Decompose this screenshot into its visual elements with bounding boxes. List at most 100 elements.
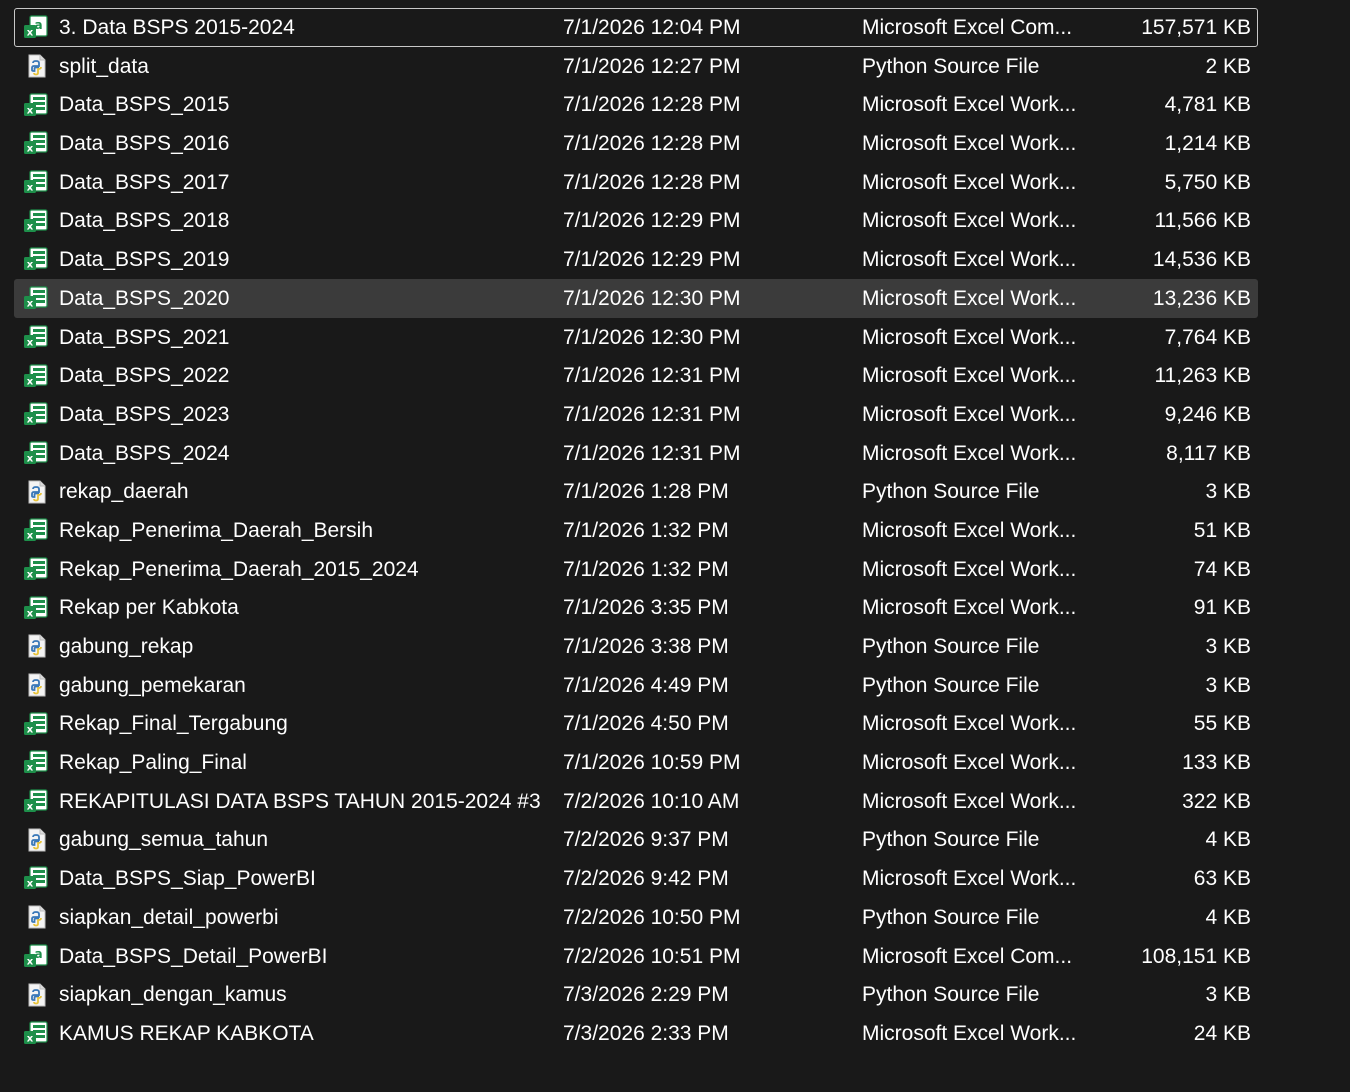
excel-csv-icon: ax (21, 9, 51, 46)
excel-workbook-icon: x (21, 125, 51, 162)
svg-text:x: x (27, 221, 34, 232)
file-row[interactable]: x REKAPITULASI DATA BSPS TAHUN 2015-2024… (14, 782, 1258, 821)
file-row[interactable]: x Rekap per Kabkota 7/1/2026 3:35 PM Mic… (14, 588, 1258, 627)
file-row[interactable]: x Rekap_Penerima_Daerah_2015_2024 7/1/20… (14, 550, 1258, 589)
file-size: 63 KB (1193, 867, 1251, 891)
file-row[interactable]: ax Data_BSPS_Detail_PowerBI 7/2/2026 10:… (14, 937, 1258, 976)
excel-workbook-icon: x (21, 705, 51, 742)
python-file-icon (21, 628, 51, 665)
file-row[interactable]: gabung_rekap 7/1/2026 3:38 PM Python Sou… (14, 627, 1258, 666)
file-row[interactable]: x Data_BSPS_2017 7/1/2026 12:28 PM Micro… (14, 163, 1258, 202)
file-date-modified: 7/1/2026 12:28 PM (563, 170, 741, 194)
file-type: Python Source File (862, 480, 1040, 504)
svg-text:x: x (27, 879, 34, 890)
file-type: Python Source File (862, 673, 1040, 697)
file-size: 108,151 KB (1141, 944, 1251, 968)
file-name: Rekap per Kabkota (59, 596, 239, 620)
file-date-modified: 7/1/2026 12:27 PM (563, 54, 741, 78)
excel-workbook-icon: x (21, 357, 51, 394)
file-date-modified: 7/3/2026 2:33 PM (563, 1021, 729, 1045)
file-date-modified: 7/1/2026 3:38 PM (563, 635, 729, 658)
file-row[interactable]: x Data_BSPS_2019 7/1/2026 12:29 PM Micro… (14, 240, 1258, 279)
file-row[interactable]: siapkan_detail_powerbi 7/2/2026 10:50 PM… (14, 898, 1258, 937)
file-row[interactable]: x Data_BSPS_Siap_PowerBI 7/2/2026 9:42 P… (14, 859, 1258, 898)
file-date-modified: 7/2/2026 10:51 PM (563, 944, 741, 968)
file-name: Rekap_Final_Tergabung (59, 712, 288, 736)
file-date-modified: 7/1/2026 4:50 PM (563, 712, 729, 736)
file-row[interactable]: gabung_semua_tahun 7/2/2026 9:37 PM Pyth… (14, 820, 1258, 859)
svg-text:x: x (27, 299, 34, 310)
file-size: 8,117 KB (1166, 441, 1251, 465)
file-row[interactable]: gabung_pemekaran 7/1/2026 4:49 PM Python… (14, 666, 1258, 705)
file-row[interactable]: siapkan_dengan_kamus 7/3/2026 2:29 PM Py… (14, 975, 1258, 1014)
excel-workbook-icon: x (21, 319, 51, 356)
file-name: siapkan_dengan_kamus (59, 983, 287, 1007)
file-size: 4 KB (1205, 905, 1251, 929)
excel-workbook-icon: x (21, 280, 51, 317)
excel-workbook-icon: x (21, 202, 51, 239)
file-row[interactable]: x Data_BSPS_2018 7/1/2026 12:29 PM Micro… (14, 201, 1258, 240)
file-row[interactable]: x Rekap_Paling_Final 7/1/2026 10:59 PM M… (14, 743, 1258, 782)
file-type: Microsoft Excel Work... (862, 209, 1077, 233)
file-row[interactable]: rekap_daerah 7/1/2026 1:28 PM Python Sou… (14, 472, 1258, 511)
file-date-modified: 7/2/2026 10:10 AM (563, 789, 740, 813)
file-type: Python Source File (862, 635, 1040, 658)
file-type: Microsoft Excel Com... (862, 16, 1073, 39)
python-file-icon (21, 473, 51, 510)
file-type: Microsoft Excel Work... (862, 867, 1077, 891)
excel-workbook-icon: x (21, 164, 51, 201)
file-size: 51 KB (1193, 518, 1251, 542)
file-size: 322 KB (1182, 789, 1251, 813)
svg-text:x: x (27, 569, 34, 580)
file-row[interactable]: x Data_BSPS_2016 7/1/2026 12:28 PM Micro… (14, 124, 1258, 163)
svg-text:x: x (27, 144, 34, 155)
file-date-modified: 7/1/2026 4:49 PM (563, 673, 729, 697)
file-name: Rekap_Penerima_Daerah_2015_2024 (59, 557, 419, 581)
file-row[interactable]: x Data_BSPS_2024 7/1/2026 12:31 PM Micro… (14, 434, 1258, 473)
file-size: 11,566 KB (1154, 209, 1251, 233)
file-row[interactable]: x Data_BSPS_2015 7/1/2026 12:28 PM Micro… (14, 85, 1258, 124)
file-type: Microsoft Excel Com... (862, 944, 1073, 968)
file-row[interactable]: x Data_BSPS_2023 7/1/2026 12:31 PM Micro… (14, 395, 1258, 434)
file-date-modified: 7/1/2026 12:29 PM (563, 209, 741, 233)
file-row[interactable]: x KAMUS REKAP KABKOTA 7/3/2026 2:33 PM M… (14, 1014, 1258, 1053)
file-date-modified: 7/1/2026 1:32 PM (563, 557, 729, 581)
file-size: 11,263 KB (1154, 364, 1251, 388)
file-date-modified: 7/1/2026 12:28 PM (563, 132, 741, 156)
excel-workbook-icon: x (21, 241, 51, 278)
file-date-modified: 7/1/2026 12:31 PM (563, 364, 741, 388)
svg-text:x: x (27, 802, 34, 813)
svg-text:x: x (27, 415, 34, 426)
file-name: Data_BSPS_Detail_PowerBI (59, 944, 328, 968)
file-name: gabung_pemekaran (59, 673, 246, 697)
file-row[interactable]: split_data 7/1/2026 12:27 PM Python Sour… (14, 47, 1258, 86)
file-name: Data_BSPS_2017 (59, 170, 230, 194)
file-name: Data_BSPS_2015 (59, 93, 230, 117)
svg-text:x: x (27, 724, 34, 735)
file-row[interactable]: x Data_BSPS_2020 7/1/2026 12:30 PM Micro… (14, 278, 1258, 318)
file-row[interactable]: x Data_BSPS_2022 7/1/2026 12:31 PM Micro… (14, 356, 1258, 395)
file-type: Microsoft Excel Work... (862, 1021, 1077, 1045)
file-name: Data_BSPS_2024 (59, 441, 230, 465)
file-row[interactable]: ax 3. Data BSPS 2015-2024 7/1/2026 12:04… (14, 8, 1258, 47)
python-file-icon (21, 48, 51, 85)
file-type: Microsoft Excel Work... (862, 441, 1077, 465)
file-type: Microsoft Excel Work... (862, 286, 1077, 310)
file-row[interactable]: x Rekap_Final_Tergabung 7/1/2026 4:50 PM… (14, 704, 1258, 743)
file-row[interactable]: x Data_BSPS_2021 7/1/2026 12:30 PM Micro… (14, 318, 1258, 357)
file-name: Data_BSPS_2021 (59, 325, 230, 349)
file-size: 4,781 KB (1164, 93, 1251, 117)
file-list: ax 3. Data BSPS 2015-2024 7/1/2026 12:04… (14, 8, 1258, 1053)
excel-workbook-icon: x (21, 512, 51, 549)
python-file-icon (21, 976, 51, 1013)
excel-workbook-icon: x (21, 396, 51, 433)
file-size: 2 KB (1205, 54, 1251, 78)
excel-workbook-icon: x (21, 86, 51, 123)
file-size: 13,236 KB (1152, 286, 1251, 310)
file-row[interactable]: x Rekap_Penerima_Daerah_Bersih 7/1/2026 … (14, 511, 1258, 550)
file-date-modified: 7/1/2026 1:28 PM (563, 480, 729, 504)
excel-workbook-icon: x (21, 860, 51, 897)
file-name: Data_BSPS_2023 (59, 402, 230, 426)
svg-text:x: x (27, 608, 34, 619)
file-size: 3 KB (1205, 480, 1251, 504)
